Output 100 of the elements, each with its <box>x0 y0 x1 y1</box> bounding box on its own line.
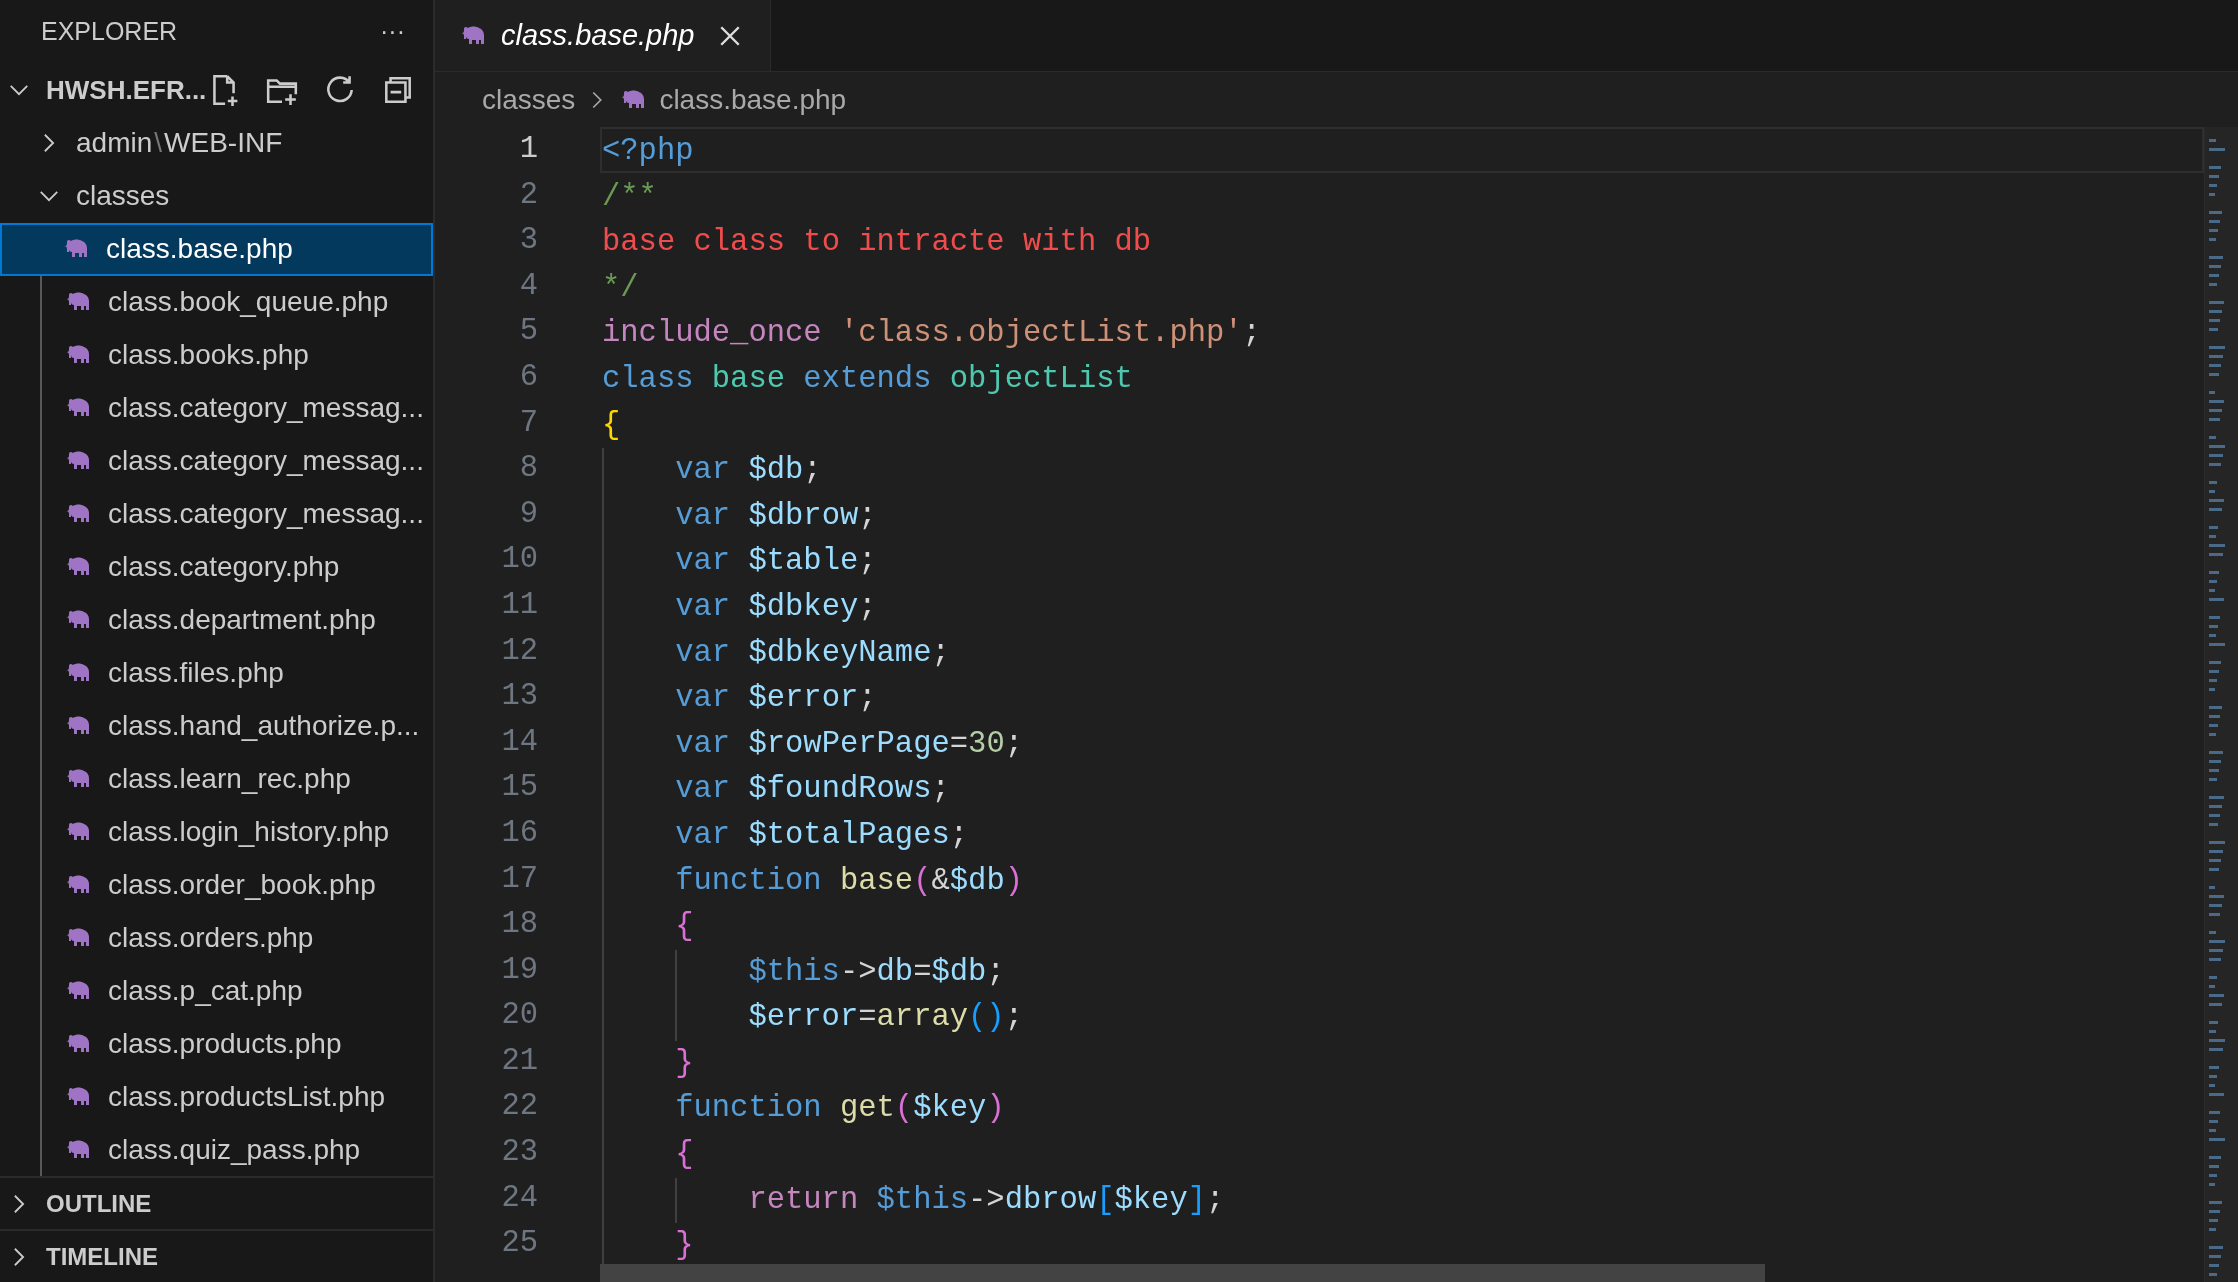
editor-tab[interactable]: class.base.php <box>435 0 771 71</box>
file-name: class.category_messag... <box>108 497 424 532</box>
code-line: function base(&$db) <box>675 863 1023 898</box>
code-line: $error=array(); <box>748 1000 1023 1035</box>
code-line: return $this->dbrow[$key]; <box>748 1182 1225 1217</box>
file-row[interactable]: class.p_cat.php <box>42 964 433 1018</box>
more-actions-button[interactable]: ··· <box>380 13 405 51</box>
file-row[interactable]: class.category_messag... <box>42 381 433 435</box>
line-number: 7 <box>518 404 538 442</box>
line-number: 6 <box>518 358 538 396</box>
file-name: class.files.php <box>108 656 284 691</box>
code-line: */ <box>602 270 639 305</box>
code-line: var $table; <box>675 544 877 579</box>
line-number: 24 <box>500 1179 538 1217</box>
line-number: 9 <box>518 495 538 533</box>
breadcrumb-item[interactable]: class.base.php <box>659 78 847 121</box>
code-line: { <box>602 407 621 442</box>
line-number: 8 <box>518 450 538 488</box>
folder-name: admin <box>76 126 153 161</box>
file-row[interactable]: class.hand_authorize.p... <box>42 699 433 753</box>
line-number: 21 <box>500 1042 538 1080</box>
file-row[interactable]: class.orders.php <box>42 911 433 965</box>
code-line: { <box>675 909 694 944</box>
code-line: } <box>675 1045 694 1080</box>
file-row[interactable]: class.login_history.php <box>42 805 433 859</box>
code-line: /** <box>602 179 657 214</box>
file-name: class.book_queue.php <box>108 285 389 320</box>
code-line: class base extends objectList <box>602 361 1133 396</box>
code-line: } <box>675 1228 694 1263</box>
file-row[interactable]: class.productsList.php <box>42 1070 433 1124</box>
path-separator: \ <box>154 126 163 161</box>
line-number: 3 <box>518 222 538 260</box>
line-number: 17 <box>500 860 538 898</box>
code-line: var $foundRows; <box>675 772 950 807</box>
file-name: class.learn_rec.php <box>108 762 351 797</box>
file-name: class.hand_authorize.p... <box>108 709 420 744</box>
file-name: class.order_book.php <box>108 868 376 903</box>
code-line: var $error; <box>675 681 877 716</box>
tab-label: class.base.php <box>501 17 695 53</box>
folder-row[interactable]: HWSH.EFR... <box>0 63 433 117</box>
code-line: var $totalPages; <box>675 817 969 852</box>
file-row[interactable]: class.files.php <box>42 646 433 700</box>
file-row[interactable]: class.category.php <box>42 540 433 594</box>
horizontal-scrollbar[interactable] <box>600 1264 1765 1282</box>
section-title: OUTLINE <box>46 1188 152 1219</box>
code-line: var $dbkey; <box>675 589 877 624</box>
code-line: <?php <box>602 134 694 168</box>
section-header[interactable]: OUTLINE <box>0 1176 433 1229</box>
file-name: class.base.php <box>106 232 293 267</box>
code-line: var $dbkeyName; <box>675 635 950 670</box>
line-number: 16 <box>500 814 538 852</box>
file-name: class.productsList.php <box>108 1080 386 1115</box>
code-line: var $rowPerPage=30; <box>675 726 1023 761</box>
file-name: class.p_cat.php <box>108 974 303 1009</box>
line-number: 14 <box>500 723 538 761</box>
line-number: 23 <box>500 1134 538 1172</box>
file-row[interactable]: class.learn_rec.php <box>42 752 433 806</box>
line-number: 15 <box>500 769 538 807</box>
code-line: { <box>675 1137 694 1172</box>
line-number: 25 <box>500 1225 538 1263</box>
folder-name: classes <box>76 179 170 214</box>
line-number: 1 <box>518 131 538 168</box>
line-number: 2 <box>518 176 538 214</box>
line-number: 10 <box>500 541 538 579</box>
code-line: function get($key) <box>675 1091 1005 1126</box>
line-number: 12 <box>500 632 538 670</box>
line-number: 18 <box>500 906 538 944</box>
line-number: 13 <box>500 678 538 716</box>
file-row[interactable]: class.category_messag... <box>42 434 433 488</box>
file-name: class.category_messag... <box>108 391 424 426</box>
section-header[interactable]: TIMELINE <box>0 1229 433 1282</box>
file-name: class.books.php <box>108 338 309 373</box>
file-name: class.category_messag... <box>108 444 424 479</box>
file-row[interactable]: class.department.php <box>42 593 433 647</box>
file-name: class.orders.php <box>108 921 314 956</box>
code-line: var $db; <box>675 453 822 488</box>
folder-row[interactable]: admin\WEB-INF <box>0 116 433 170</box>
breadcrumb-item[interactable]: classes <box>482 78 576 121</box>
line-number: 4 <box>518 267 538 305</box>
code-line: base class to intracte with db <box>602 225 1152 260</box>
file-row[interactable]: class.books.php <box>42 328 433 382</box>
folder-name: WEB-INF <box>164 126 283 161</box>
folder-row[interactable]: classes <box>0 169 433 223</box>
file-row[interactable]: class.base.php <box>0 222 433 276</box>
file-name: class.department.php <box>108 603 376 638</box>
line-number: 19 <box>500 951 538 989</box>
file-row[interactable]: class.products.php <box>42 1017 433 1071</box>
file-name: class.products.php <box>108 1027 342 1062</box>
folder-name: HWSH.EFR... <box>46 73 207 107</box>
line-number: 20 <box>500 997 538 1035</box>
file-name: class.quiz_pass.php <box>108 1133 361 1168</box>
file-row[interactable]: class.order_book.php <box>42 858 433 912</box>
file-name: class.category.php <box>108 550 340 585</box>
file-row[interactable]: class.book_queue.php <box>42 275 433 329</box>
section-title: TIMELINE <box>46 1241 158 1272</box>
file-row[interactable]: class.quiz_pass.php <box>42 1123 433 1176</box>
code-line: var $dbrow; <box>675 498 877 533</box>
file-row[interactable]: class.category_messag... <box>42 487 433 541</box>
code-line: include_once 'class.objectList.php'; <box>602 316 1261 351</box>
line-number: 22 <box>500 1088 538 1126</box>
